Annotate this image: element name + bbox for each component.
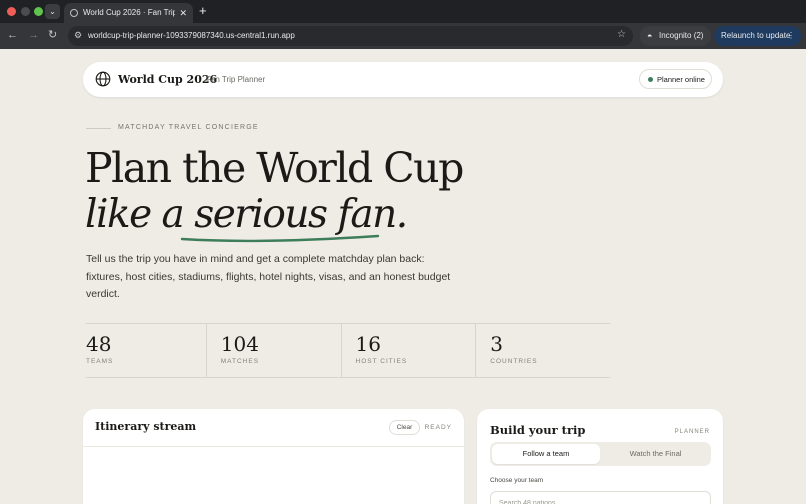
url-text: worldcup-trip-planner-1093379087340.us-c… xyxy=(88,31,295,40)
incognito-button[interactable]: ◓ Incognito (2) xyxy=(640,26,711,46)
status-label: Planner online xyxy=(657,75,705,84)
team-field-label: Choose your team xyxy=(490,477,544,484)
status-dot-icon xyxy=(648,77,653,82)
stat-value: 3 xyxy=(490,332,503,356)
address-bar[interactable]: ⚙ worldcup-trip-planner-1093379087340.us… xyxy=(68,26,633,46)
stream-title: Itinerary stream xyxy=(95,420,197,433)
tab-watch-final[interactable]: Watch the Final xyxy=(602,444,709,464)
stat-value: 48 xyxy=(86,332,112,356)
card-divider xyxy=(83,446,464,447)
reload-icon[interactable]: ↻ xyxy=(48,28,57,42)
relaunch-label: Relaunch to update xyxy=(721,31,791,40)
stat-label: MATCHES xyxy=(220,358,260,365)
globe-icon xyxy=(95,71,111,87)
incognito-icon: ◓ xyxy=(647,31,653,41)
bookmark-star-icon[interactable]: ☆ xyxy=(617,29,626,40)
back-arrow-icon[interactable]: ← xyxy=(7,28,18,42)
eyebrow-rule xyxy=(86,128,111,129)
hero-title-line1: Plan the World Cup xyxy=(85,144,464,192)
hero-description: Tell us the trip you have in mind and ge… xyxy=(86,253,451,300)
site-header: World Cup 2026 Fan Trip Planner Planner … xyxy=(83,62,723,97)
stats-row: 48 TEAMS 104 MATCHES 16 HOST CITIES 3 CO… xyxy=(86,323,610,378)
stat-value: 104 xyxy=(220,332,259,356)
browser-tab-active[interactable]: World Cup 2026 · Fan Trip Pla ✕ xyxy=(64,3,193,23)
stat-label: COUNTRIES xyxy=(490,358,538,365)
stat-teams: 48 TEAMS xyxy=(86,324,207,377)
site-info-icon[interactable]: ⚙ xyxy=(74,30,82,41)
tab-search-icon[interactable]: ⌄ xyxy=(45,4,60,19)
stat-host-cities: 16 HOST CITIES xyxy=(342,324,477,377)
build-title: Build your trip xyxy=(490,423,586,437)
browser-toolbar: ← → ↻ ⚙ worldcup-trip-planner-1093379087… xyxy=(0,23,806,49)
tab-follow-team[interactable]: Follow a team xyxy=(492,444,600,464)
stat-label: TEAMS xyxy=(86,358,114,365)
incognito-label: Incognito (2) xyxy=(659,31,704,40)
brand-name[interactable]: World Cup 2026 xyxy=(118,62,217,97)
new-tab-button[interactable]: + xyxy=(199,3,207,19)
forward-arrow-icon[interactable]: → xyxy=(28,28,39,42)
build-trip-card: Build your trip PLANNER Follow a team Wa… xyxy=(477,409,723,504)
team-search-input[interactable] xyxy=(490,491,711,504)
tab-close-icon[interactable]: ✕ xyxy=(179,3,187,23)
window-maximize-button[interactable] xyxy=(34,7,43,16)
hero-eyebrow: MATCHDAY TRAVEL CONCIERGE xyxy=(118,124,259,131)
status-badge: Planner online xyxy=(639,69,712,89)
browser-tabbar: ⌄ World Cup 2026 · Fan Trip Pla ✕ + xyxy=(0,0,806,23)
window-minimize-button[interactable] xyxy=(21,7,30,16)
window-close-button[interactable] xyxy=(7,7,16,16)
more-menu-icon[interactable]: ⋮ xyxy=(787,26,795,46)
clear-button[interactable]: Clear xyxy=(389,420,420,435)
planner-tag: PLANNER xyxy=(674,429,710,435)
hero-title-line2: like a serious fan. xyxy=(85,192,408,237)
brand-subtitle: Fan Trip Planner xyxy=(206,75,266,84)
stat-value: 16 xyxy=(355,332,381,356)
globe-favicon-icon xyxy=(70,9,78,17)
stream-status: READY xyxy=(424,424,452,431)
mode-toggle: Follow a team Watch the Final xyxy=(490,442,711,466)
stat-countries: 3 COUNTRIES xyxy=(476,324,610,377)
stat-label: HOST CITIES xyxy=(355,358,408,365)
relaunch-button[interactable]: Relaunch to update ⋮ xyxy=(714,26,801,46)
hero-underline-swoosh xyxy=(180,234,380,243)
itinerary-stream-card: Itinerary stream Clear READY xyxy=(83,409,464,504)
stat-matches: 104 MATCHES xyxy=(207,324,342,377)
tab-title: World Cup 2026 · Fan Trip Pla xyxy=(83,8,175,17)
